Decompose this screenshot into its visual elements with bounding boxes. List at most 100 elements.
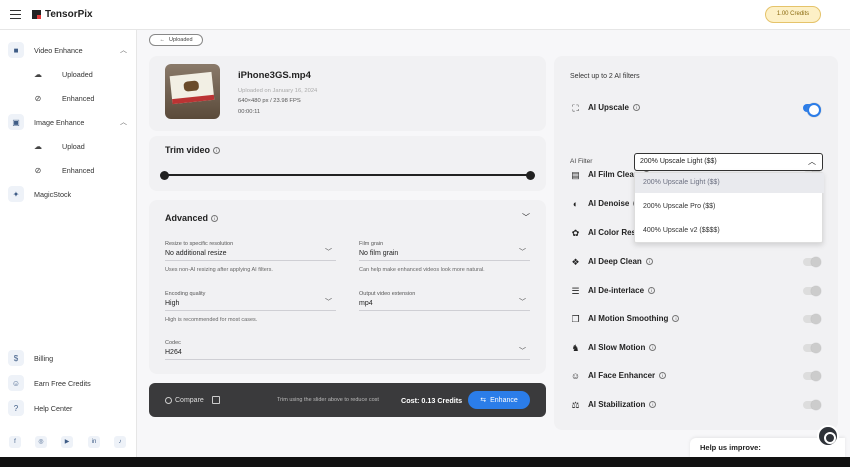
info-icon[interactable]: i (211, 215, 219, 223)
dropdown-option[interactable]: 200% Upscale Light ($$) (635, 173, 824, 193)
back-button-label: Uploaded (168, 37, 193, 43)
resize-help: Uses non-AI resizing after applying AI f… (165, 267, 273, 273)
back-button[interactable]: ← Uploaded (149, 34, 203, 46)
film-grain-select[interactable]: Film grain No film grain ﹀ (359, 241, 530, 261)
image-icon: ▣ (8, 114, 24, 130)
arrow-left-icon: ← (159, 37, 165, 43)
info-icon[interactable]: i (649, 401, 657, 409)
trim-slider[interactable] (159, 170, 535, 180)
resize-select[interactable]: Resize to specific resolution No additio… (165, 241, 336, 261)
info-icon[interactable]: i (672, 315, 680, 323)
sidebar-item-label: Help Center (34, 403, 73, 413)
upscale-icon: ⛶ (572, 103, 579, 113)
sidebar-item-label: Earn Free Credits (34, 378, 91, 388)
filter-toggle[interactable] (803, 371, 821, 381)
sidebar-item-video-enhance[interactable]: ■ Video Enhance ︿ (0, 41, 137, 59)
dropdown-option[interactable]: 200% Upscale Pro ($$) (635, 197, 824, 217)
chevron-down-icon: ﹀ (519, 348, 526, 355)
sidebar-item-label: Billing (34, 353, 54, 363)
filter-label: AI De-interlace i (588, 286, 656, 295)
advanced-title[interactable]: Advanced i (165, 213, 219, 223)
tiktok-icon[interactable]: ♪ (114, 436, 126, 448)
encoding-quality-value: High (165, 300, 180, 307)
trim-title-text: Trim video (165, 145, 211, 155)
dropdown-option[interactable]: 400% Upscale v2 ($$$$) (635, 221, 824, 241)
filter-row: ☺ AI Face Enhancer i (570, 369, 822, 383)
compare-label: Compare (175, 396, 204, 404)
compare-toggle[interactable]: Compare (165, 396, 220, 404)
info-icon[interactable]: i (213, 147, 221, 155)
encoding-quality-select[interactable]: Encoding quality High ﹀ (165, 291, 336, 311)
filter-toggle[interactable] (803, 103, 821, 117)
filter-toggle[interactable] (803, 343, 821, 353)
info-icon[interactable]: i (649, 344, 657, 352)
file-card: iPhone3GS.mp4 Uploaded on January 16, 20… (149, 56, 546, 131)
filter-name: AI Face Enhancer (588, 371, 656, 380)
filter-name: AI Stabilization (588, 400, 646, 409)
sidebar-item-help-center[interactable]: ? Help Center (0, 399, 137, 417)
film-grain-label: Film grain (359, 241, 384, 247)
resize-value: No additional resize (165, 250, 227, 257)
filters-heading: Select up to 2 AI filters (570, 73, 640, 80)
sidebar-item-magicstock[interactable]: ✦ MagicStock (0, 185, 137, 203)
trim-note: Trim using the slider above to reduce co… (277, 397, 379, 403)
codec-select[interactable]: Codec H264 ﹀ (165, 340, 530, 360)
enhance-button[interactable]: ⇆ Enhance (468, 391, 530, 409)
check-circle-icon: ⊘ (34, 93, 42, 103)
linkedin-icon[interactable]: in (88, 436, 100, 448)
sidebar-item-earn-credits[interactable]: ☺ Earn Free Credits (0, 374, 137, 392)
info-icon (165, 396, 172, 404)
filter-label: AI Upscale i (588, 103, 640, 112)
cloud-icon: ☁ (34, 141, 42, 151)
video-thumbnail[interactable] (165, 64, 220, 119)
filter-toggle[interactable] (803, 257, 821, 267)
chevron-down-icon[interactable]: ﹀ (522, 212, 530, 223)
info-icon[interactable]: i (632, 104, 640, 112)
compare-checkbox[interactable] (211, 396, 220, 404)
top-bar: TensorPix 1.00 Credits (0, 0, 850, 30)
menu-icon[interactable] (10, 10, 21, 19)
info-icon[interactable]: i (648, 287, 656, 295)
filter-toggle[interactable] (803, 400, 821, 410)
check-circle-icon: ⊘ (34, 165, 42, 175)
output-extension-select[interactable]: Output video extension mp4 ﹀ (359, 291, 530, 311)
encoding-quality-help: High is recommended for most cases. (165, 317, 258, 323)
filter-toggle[interactable] (803, 286, 821, 296)
filter-label: AI Deep Clean i (588, 257, 653, 266)
sidebar-item-image-enhance[interactable]: ▣ Image Enhance ︿ (0, 113, 137, 131)
sidebar-item-image-enhanced[interactable]: ⊘ Enhanced (0, 161, 137, 179)
main-content: ← Uploaded iPhone3GS.mp4 Uploaded on Jan… (137, 30, 850, 457)
sidebar-item-video-uploaded[interactable]: ☁ Uploaded (0, 65, 137, 83)
sparkle-icon: ⇆ (480, 397, 487, 404)
chat-icon[interactable] (817, 425, 839, 447)
deep-clean-icon: ❖ (571, 257, 580, 267)
filter-toggle[interactable] (803, 314, 821, 324)
video-duration: 00:00:11 (238, 109, 261, 115)
filter-label: AI Face Enhancer i (588, 371, 667, 380)
thumbnail-flag-image (169, 71, 215, 105)
ai-filter-select[interactable]: 200% Upscale Light ($$) ︿ (634, 153, 823, 171)
instagram-icon[interactable]: ◎ (35, 436, 47, 448)
trim-start-handle[interactable] (159, 170, 169, 180)
sidebar: ■ Video Enhance ︿ ☁ Uploaded ⊘ Enhanced … (0, 30, 137, 457)
filter-row: ⛶ AI Upscale i (570, 101, 822, 117)
palette-icon: ✿ (571, 228, 580, 238)
trim-end-handle[interactable] (525, 170, 535, 180)
youtube-icon[interactable]: ▶ (61, 436, 73, 448)
info-icon[interactable]: i (659, 372, 667, 380)
credits-badge[interactable]: 1.00 Credits (765, 6, 821, 23)
deinterlace-icon: ☰ (571, 286, 580, 296)
sidebar-item-label: Upload (62, 141, 85, 151)
advanced-title-text: Advanced (165, 213, 209, 223)
info-icon[interactable]: i (645, 258, 653, 266)
logo[interactable]: TensorPix (32, 9, 93, 20)
file-name: iPhone3GS.mp4 (238, 70, 311, 81)
sidebar-item-billing[interactable]: $ Billing (0, 349, 137, 367)
sidebar-item-video-enhanced[interactable]: ⊘ Enhanced (0, 89, 137, 107)
filter-label: AI Slow Motion i (588, 343, 657, 352)
ai-filter-selected-value: 200% Upscale Light ($$) (640, 158, 717, 165)
sidebar-item-image-upload[interactable]: ☁ Upload (0, 137, 137, 155)
sidebar-item-label: Enhanced (62, 93, 95, 103)
face-icon: ☺ (570, 371, 581, 381)
facebook-icon[interactable]: f (9, 436, 21, 448)
